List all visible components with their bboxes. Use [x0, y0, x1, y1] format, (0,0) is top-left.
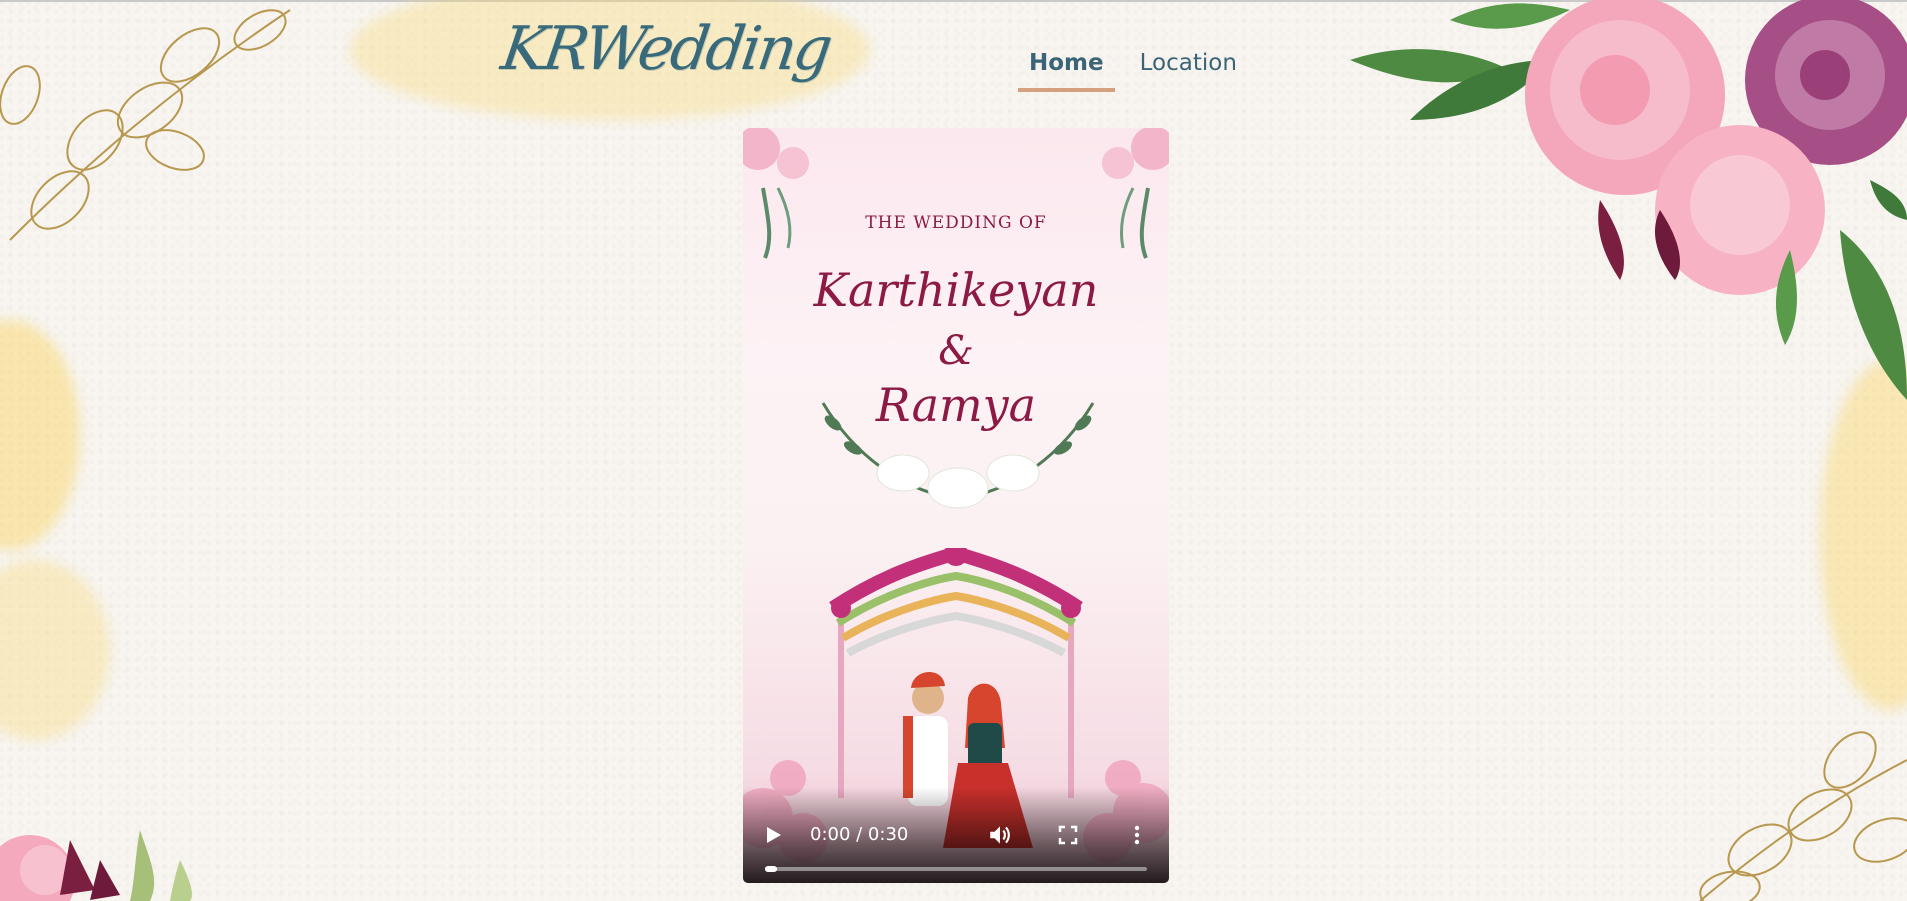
corner-florals-icon: [743, 128, 1169, 259]
play-icon[interactable]: [761, 823, 785, 847]
more-vertical-icon[interactable]: [1125, 823, 1149, 847]
volume-icon[interactable]: [987, 822, 1013, 848]
nav-item-location[interactable]: Location: [1129, 50, 1248, 92]
progress-bar[interactable]: [765, 866, 1147, 872]
progress-thumb[interactable]: [765, 866, 777, 872]
gold-leaves-top-left-icon: [0, 9, 291, 241]
time-display: 0:00 / 0:30: [810, 824, 909, 845]
video-controls-bar: 0:00 / 0:30: [743, 787, 1169, 883]
lily-garland-icon: [821, 402, 1095, 509]
main-nav: Home Location: [1018, 50, 1248, 92]
flowers-top-right-icon: [1350, 0, 1907, 400]
gold-leaves-bottom-right-icon: [1699, 731, 1907, 901]
invitation-video-player[interactable]: THE WEDDING OF Karthikeyan & Ramya 0:00 …: [743, 128, 1169, 883]
video-eyebrow-text: THE WEDDING OF: [865, 213, 1047, 233]
ampersand: &: [938, 328, 974, 374]
flowers-bottom-left-icon: [0, 830, 192, 901]
site-logo[interactable]: KRWedding: [497, 14, 834, 84]
groom-name: Karthikeyan: [813, 263, 1099, 317]
nav-item-home[interactable]: Home: [1018, 50, 1115, 92]
fullscreen-icon[interactable]: [1056, 823, 1080, 847]
